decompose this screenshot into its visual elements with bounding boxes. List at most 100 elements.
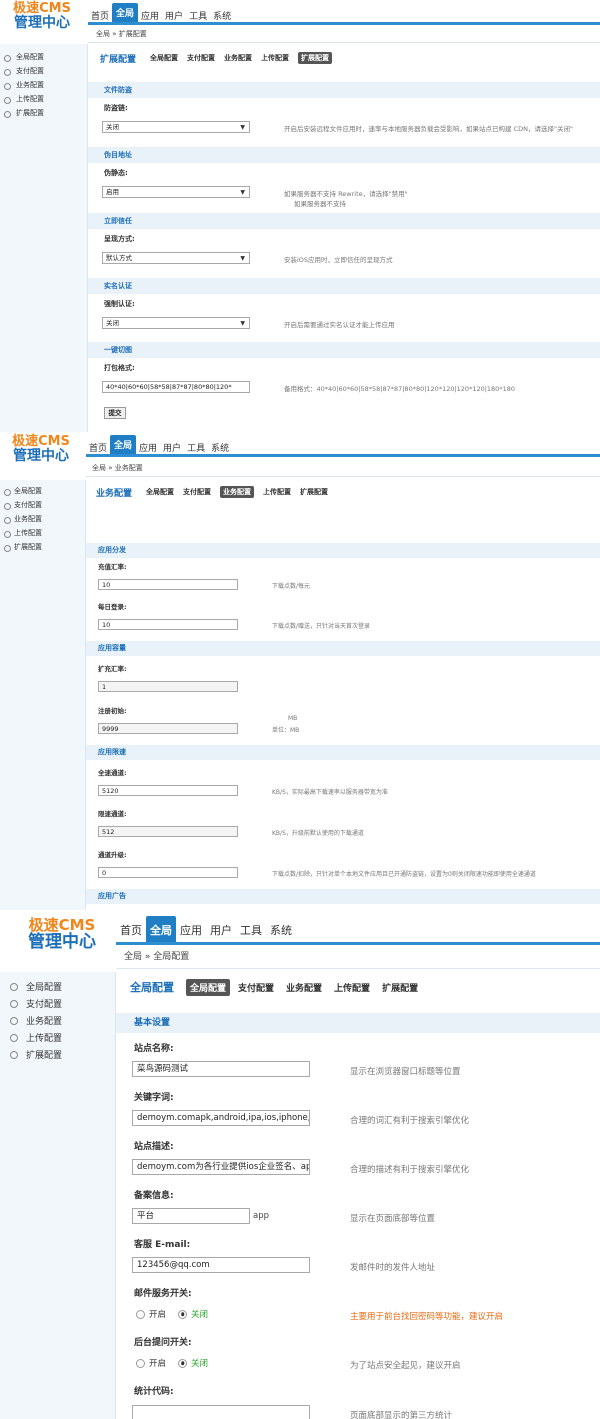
tab-global[interactable]: 全局配置 xyxy=(146,487,174,497)
nav-item[interactable]: 系统 xyxy=(210,9,234,22)
keywords-input[interactable]: demoym.comapk,android,ipa,ios,iphone,i xyxy=(132,1110,310,1126)
sidebar-item-upload[interactable]: 上传配置 xyxy=(0,1031,115,1048)
tab-global[interactable]: 全局配置 xyxy=(150,53,178,63)
config-tabs: 业务配置 全局配置 支付配置 业务配置 上传配置 扩展配置 xyxy=(96,486,328,499)
tab-extension[interactable]: 扩展配置 xyxy=(382,981,418,994)
field-label: 呈现方式: xyxy=(104,235,135,243)
section-header: 文件防盗 xyxy=(88,82,600,98)
sidebar-item-global[interactable]: 全局配置 xyxy=(0,486,85,500)
number-input[interactable]: 9999 xyxy=(98,723,238,734)
sidebar-item-upload[interactable]: 上传配置 xyxy=(0,94,87,108)
section-header: 伪目地址 xyxy=(88,147,600,163)
email-input[interactable]: 123456@qq.com xyxy=(132,1257,310,1273)
icp-input[interactable]: 平台 xyxy=(132,1208,250,1224)
nav-item[interactable]: 应用 xyxy=(176,922,206,942)
sidebar-item-business[interactable]: 业务配置 xyxy=(0,80,87,94)
tab-pay[interactable]: 支付配置 xyxy=(238,981,274,994)
sidebar-item-global[interactable]: 全局配置 xyxy=(0,52,87,66)
nav-item[interactable]: 系统 xyxy=(266,922,296,942)
sidebar-item-extension[interactable]: 扩展配置 xyxy=(0,542,85,556)
field-tip: 下载点数/扣除，只针对单个本地文件应用且已开通防盗链，设置为0则关闭限速功能即使… xyxy=(272,871,536,878)
submit-button[interactable]: 提交 xyxy=(104,407,126,419)
tab-business[interactable]: 业务配置 xyxy=(286,981,322,994)
field-label: 强制认证: xyxy=(104,300,135,308)
tab-extension[interactable]: 扩展配置 xyxy=(298,52,333,64)
radio-label-off: 关闭 xyxy=(191,1310,209,1320)
field-label: 邮件服务开关: xyxy=(134,1289,192,1299)
tab-pay[interactable]: 支付配置 xyxy=(183,487,211,497)
nav-item[interactable]: 工具 xyxy=(184,441,208,454)
sidebar-item-pay[interactable]: 支付配置 xyxy=(0,997,115,1014)
tab-upload[interactable]: 上传配置 xyxy=(263,487,291,497)
sidebar-item-business[interactable]: 业务配置 xyxy=(0,514,85,528)
sidebar-item-global[interactable]: 全局配置 xyxy=(0,980,115,997)
tab-extension[interactable]: 扩展配置 xyxy=(300,487,328,497)
config-tabs: 全局配置 全局配置 支付配置 业务配置 上传配置 扩展配置 xyxy=(130,978,418,996)
field-label: 充值汇率: xyxy=(98,563,127,571)
tab-global[interactable]: 全局配置 xyxy=(186,978,231,996)
nav-item[interactable]: 用户 xyxy=(206,922,236,942)
nav-item[interactable]: 工具 xyxy=(236,922,266,942)
nav-item[interactable]: 首页 xyxy=(88,9,112,22)
main-panel: 全局 » 业务配置 业务配置 全局配置 支付配置 业务配置 上传配置 扩展配置 … xyxy=(86,459,600,910)
number-input[interactable]: 1 xyxy=(98,681,238,692)
nav-item-active[interactable]: 全局 xyxy=(146,916,176,942)
admin-question-radio-on[interactable] xyxy=(136,1358,145,1368)
number-input[interactable]: 512 xyxy=(98,826,238,837)
field-tip-unit: MB xyxy=(288,715,298,722)
sidebar-item-extension[interactable]: 扩展配置 xyxy=(0,108,87,122)
package-format-input[interactable]: 40*40|60*60|58*58|87*87|80*80|120* xyxy=(102,381,250,393)
stats-code-textarea[interactable] xyxy=(132,1405,310,1419)
site-name-input[interactable]: 菜鸟源码测试 xyxy=(132,1061,310,1077)
trust-mode-select[interactable]: 默认方式 xyxy=(102,252,250,264)
section-header: 基本设置 xyxy=(116,1013,600,1033)
nav-item[interactable]: 工具 xyxy=(186,9,210,22)
screenshot-global-config: 极速CMS 管理中心 首页 全局 应用 用户 工具 系统 全局配置 支付配置 业… xyxy=(0,910,600,1419)
tab-upload[interactable]: 上传配置 xyxy=(261,53,289,63)
field-label: 站点名称: xyxy=(134,1044,174,1054)
tab-pay[interactable]: 支付配置 xyxy=(187,53,215,63)
field-tip: 下载点数/每元 xyxy=(272,583,311,590)
admin-question-radio-off[interactable] xyxy=(178,1358,188,1368)
description-input[interactable]: demoym.com为各行业提供ios企业签名、app xyxy=(132,1159,310,1175)
tab-upload[interactable]: 上传配置 xyxy=(334,981,370,994)
sidebar-item-upload[interactable]: 上传配置 xyxy=(0,528,85,542)
field-suffix: app xyxy=(253,1211,269,1221)
nav-item[interactable]: 首页 xyxy=(86,441,110,454)
number-input[interactable]: 10 xyxy=(98,619,238,630)
mail-service-radio-on[interactable] xyxy=(136,1309,145,1319)
rewrite-select[interactable]: 启用 xyxy=(102,186,250,198)
top-nav: 首页 全局 应用 用户 工具 系统 xyxy=(88,3,234,22)
number-input[interactable]: 0 xyxy=(98,867,238,878)
nav-item[interactable]: 应用 xyxy=(136,441,160,454)
breadcrumb: 全局 » 全局配置 xyxy=(116,945,600,969)
mail-service-radio-off[interactable] xyxy=(178,1309,188,1319)
admin-question-radio-group: 开启 关闭 xyxy=(136,1357,208,1369)
number-input[interactable]: 5120 xyxy=(98,785,238,796)
sidebar-item-pay[interactable]: 支付配置 xyxy=(0,500,85,514)
field-tip: 合理的词汇有利于搜索引擎优化 xyxy=(350,1116,470,1126)
sidebar-item-business[interactable]: 业务配置 xyxy=(0,1014,115,1031)
logo: 极速CMS 管理中心 xyxy=(20,917,104,952)
main-panel: 全局 » 扩展配置 扩展配置 全局配置 支付配置 业务配置 上传配置 扩展配置 … xyxy=(88,25,600,432)
nav-item-active[interactable]: 全局 xyxy=(112,3,139,22)
tab-business[interactable]: 业务配置 xyxy=(220,486,255,498)
field-label: 扩充汇率: xyxy=(98,665,127,673)
tabs-title: 业务配置 xyxy=(96,488,133,499)
sidebar-item-pay[interactable]: 支付配置 xyxy=(0,66,87,80)
anti-leech-select[interactable]: 关闭 xyxy=(102,121,250,133)
radio-label-on: 开启 xyxy=(149,1359,167,1369)
nav-item[interactable]: 用户 xyxy=(162,9,186,22)
tab-business[interactable]: 业务配置 xyxy=(224,53,252,63)
nav-item[interactable]: 应用 xyxy=(138,9,162,22)
nav-underline xyxy=(86,454,600,457)
field-tip: 如果服务器不支持 Rewrite，请选择"禁用" xyxy=(284,190,408,198)
tabs-title: 全局配置 xyxy=(130,981,174,994)
sidebar-item-extension[interactable]: 扩展配置 xyxy=(0,1048,115,1065)
nav-item[interactable]: 用户 xyxy=(160,441,184,454)
realname-select[interactable]: 关闭 xyxy=(102,317,250,329)
number-input[interactable]: 10 xyxy=(98,579,238,590)
nav-item[interactable]: 系统 xyxy=(208,441,232,454)
nav-item-active[interactable]: 全局 xyxy=(110,435,137,454)
nav-item[interactable]: 首页 xyxy=(116,922,146,942)
